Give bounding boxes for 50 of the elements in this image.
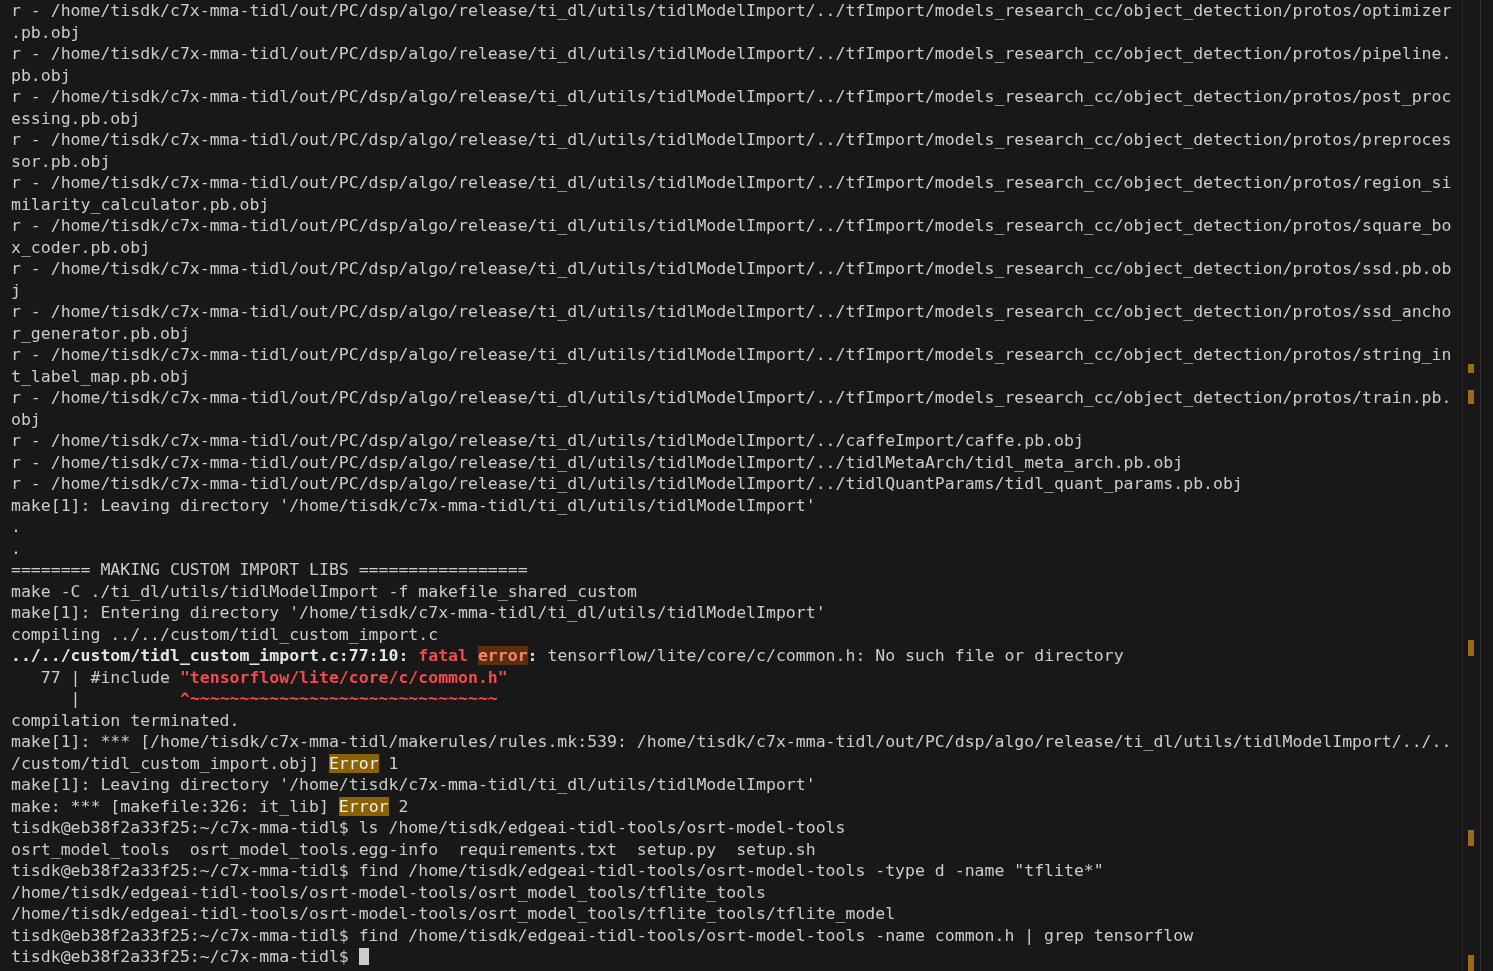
terminal-line: /home/tisdk/edgeai-tidl-tools/osrt-model-tools/osrt_model_tools/tflite_tools/tflite_model <box>11 903 896 925</box>
terminal-line: | ^~~~~~~~~~~~~~~~~~~~~~~~~~~~~~~~ <box>69 688 498 710</box>
terminal-line: tisdk@eb38f2a33f25:~/c7x-mma-tidl$ <box>11 946 350 968</box>
scroll-marker <box>1468 390 1474 404</box>
terminal-line: make[1]: Leaving directory '/home/tisdk/c7x-mma-tidl/ti_dl/utils/tidlModelImport' <box>11 774 816 796</box>
terminal-line: j <box>11 279 21 301</box>
terminal-line: t_label_map.pb.obj <box>11 365 190 387</box>
terminal-line: 77 | #include "tensorflow/lite/core/c/common.h" <box>39 666 508 688</box>
terminal-line: ../../custom/tidl_custom_import.c:77:10: fatal error: tensorflow/lite/core/c/common.h: No such file or directory <box>11 645 1124 667</box>
terminal-line: x_coder.pb.obj <box>11 236 151 258</box>
terminal-line: milarity_calculator.pb.obj <box>11 193 270 215</box>
terminal-line: r - /home/tisdk/c7x-mma-tidl/out/PC/dsp/algo/release/ti_dl/utils/tidlModelImport/../tfImport/models_research_cc/object_detection/protos/string_in <box>11 344 1452 366</box>
scroll-marker <box>1468 830 1474 846</box>
terminal-line: essing.pb.obj <box>11 107 141 129</box>
terminal-line: make[1]: Leaving directory '/home/tisdk/c7x-mma-tidl/ti_dl/utils/tidlModelImport' <box>11 494 816 516</box>
scroll-marker <box>1468 955 1474 971</box>
terminal-line: tisdk@eb38f2a33f25:~/c7x-mma-tidl$ find /home/tisdk/edgeai-tidl-tools/osrt-model-tools -name common.h | grep tensorflow <box>11 924 1194 946</box>
terminal-line: . <box>11 537 21 559</box>
terminal-line: make[1]: *** [/home/tisdk/c7x-mma-tidl/makerules/rules.mk:539: /home/tisdk/c7x-mma-tidl/out/PC/dsp/algo/release/ti_dl/utils/tidlModelImport/../.. <box>11 731 1452 753</box>
terminal-line: r - /home/tisdk/c7x-mma-tidl/out/PC/dsp/algo/release/ti_dl/utils/tidlModelImport/../tfImport/models_research_cc/object_detection/protos/region_si <box>11 172 1452 194</box>
terminal-line: . <box>11 516 21 538</box>
terminal-line: osrt_model_tools osrt_model_tools.egg-info requirements.txt setup.py setup.sh <box>11 838 816 860</box>
terminal-line: r - /home/tisdk/c7x-mma-tidl/out/PC/dsp/algo/release/ti_dl/utils/tidlModelImport/../tfImport/models_research_cc/object_detection/protos/optimizer <box>11 0 1452 22</box>
terminal-line: sor.pb.obj <box>11 150 111 172</box>
terminal-line: r_generator.pb.obj <box>11 322 190 344</box>
terminal-line: r - /home/tisdk/c7x-mma-tidl/out/PC/dsp/algo/release/ti_dl/utils/tidlModelImport/../tidlMetaArch/tidl_meta_arch.pb.obj <box>11 451 1184 473</box>
terminal-line: r - /home/tisdk/c7x-mma-tidl/out/PC/dsp/algo/release/ti_dl/utils/tidlModelImport/../tfImport/models_research_cc/object_detection/protos/pipeline. <box>11 43 1452 65</box>
terminal-line: r - /home/tisdk/c7x-mma-tidl/out/PC/dsp/algo/release/ti_dl/utils/tidlModelImport/../tfImport/models_research_cc/object_detection/protos/ssd.pb.ob <box>11 258 1452 280</box>
terminal-line: compiling ../../custom/tidl_custom_import.c <box>11 623 439 645</box>
terminal-line: r - /home/tisdk/c7x-mma-tidl/out/PC/dsp/algo/release/ti_dl/utils/tidlModelImport/../caffeImport/caffe.pb.obj <box>11 430 1084 452</box>
terminal-line: r - /home/tisdk/c7x-mma-tidl/out/PC/dsp/algo/release/ti_dl/utils/tidlModelImport/../tidlQuantParams/tidl_quant_params.pb.obj <box>11 473 1243 495</box>
terminal-line: /custom/tidl_custom_import.obj] Error 1 <box>11 752 399 774</box>
terminal-line: ======== MAKING CUSTOM IMPORT LIBS ================= <box>11 559 528 581</box>
terminal-line: r - /home/tisdk/c7x-mma-tidl/out/PC/dsp/algo/release/ti_dl/utils/tidlModelImport/../tfImport/models_research_cc/object_detection/protos/ssd_ancho <box>11 301 1452 323</box>
terminal-line: r - /home/tisdk/c7x-mma-tidl/out/PC/dsp/algo/release/ti_dl/utils/tidlModelImport/../tfImport/models_research_cc/object_detection/protos/train.pb. <box>11 387 1452 409</box>
terminal-line: make: *** [makefile:326: it_lib] Error 2 <box>11 795 409 817</box>
terminal-line: tisdk@eb38f2a33f25:~/c7x-mma-tidl$ find /home/tisdk/edgeai-tidl-tools/osrt-model-tools -type d -name "tflite*" <box>11 860 1104 882</box>
terminal-line: make -C ./ti_dl/utils/tidlModelImport -f makefile_shared_custom <box>11 580 637 602</box>
terminal-line: tisdk@eb38f2a33f25:~/c7x-mma-tidl$ ls /home/tisdk/edgeai-tidl-tools/osrt-model-tools <box>11 817 846 839</box>
terminal-line: pb.obj <box>11 64 71 86</box>
terminal-line: .pb.obj <box>11 21 81 43</box>
terminal-line: make[1]: Entering directory '/home/tisdk/c7x-mma-tidl/ti_dl/utils/tidlModelImport' <box>11 602 826 624</box>
terminal-line: r - /home/tisdk/c7x-mma-tidl/out/PC/dsp/algo/release/ti_dl/utils/tidlModelImport/../tfImport/models_research_cc/object_detection/protos/post_proc <box>11 86 1452 108</box>
scroll-marker <box>1468 640 1474 656</box>
terminal-line: r - /home/tisdk/c7x-mma-tidl/out/PC/dsp/algo/release/ti_dl/utils/tidlModelImport/../tfImport/models_research_cc/object_detection/protos/square_bo <box>11 215 1452 237</box>
terminal-line: obj <box>11 408 41 430</box>
terminal-line: r - /home/tisdk/c7x-mma-tidl/out/PC/dsp/algo/release/ti_dl/utils/tidlModelImport/../tfImport/models_research_cc/object_detection/protos/preproces <box>11 129 1452 151</box>
scroll-marker <box>1468 364 1474 373</box>
terminal-line: /home/tisdk/edgeai-tidl-tools/osrt-model-tools/osrt_model_tools/tflite_tools <box>11 881 766 903</box>
terminal-line: compilation terminated. <box>11 709 240 731</box>
